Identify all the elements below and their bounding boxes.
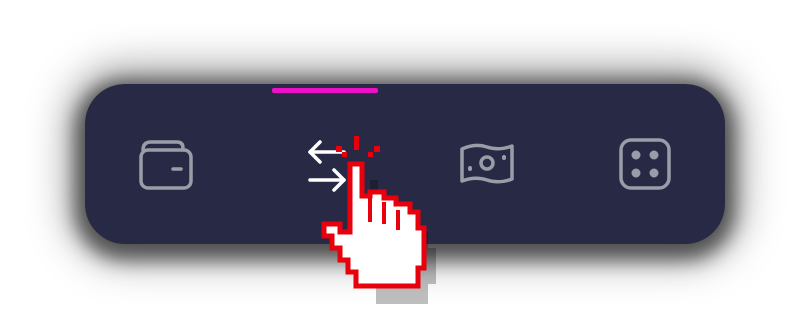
tab-money[interactable] [455, 132, 519, 196]
app-screen [0, 0, 810, 330]
wallet-icon [135, 136, 195, 192]
active-tab-indicator [272, 88, 378, 93]
tab-wallet[interactable] [133, 132, 197, 196]
dice-icon [616, 135, 674, 193]
tab-transfers[interactable] [296, 132, 360, 196]
banknote-icon [457, 139, 517, 189]
transfer-arrows-icon [300, 136, 356, 192]
tab-games[interactable] [613, 132, 677, 196]
